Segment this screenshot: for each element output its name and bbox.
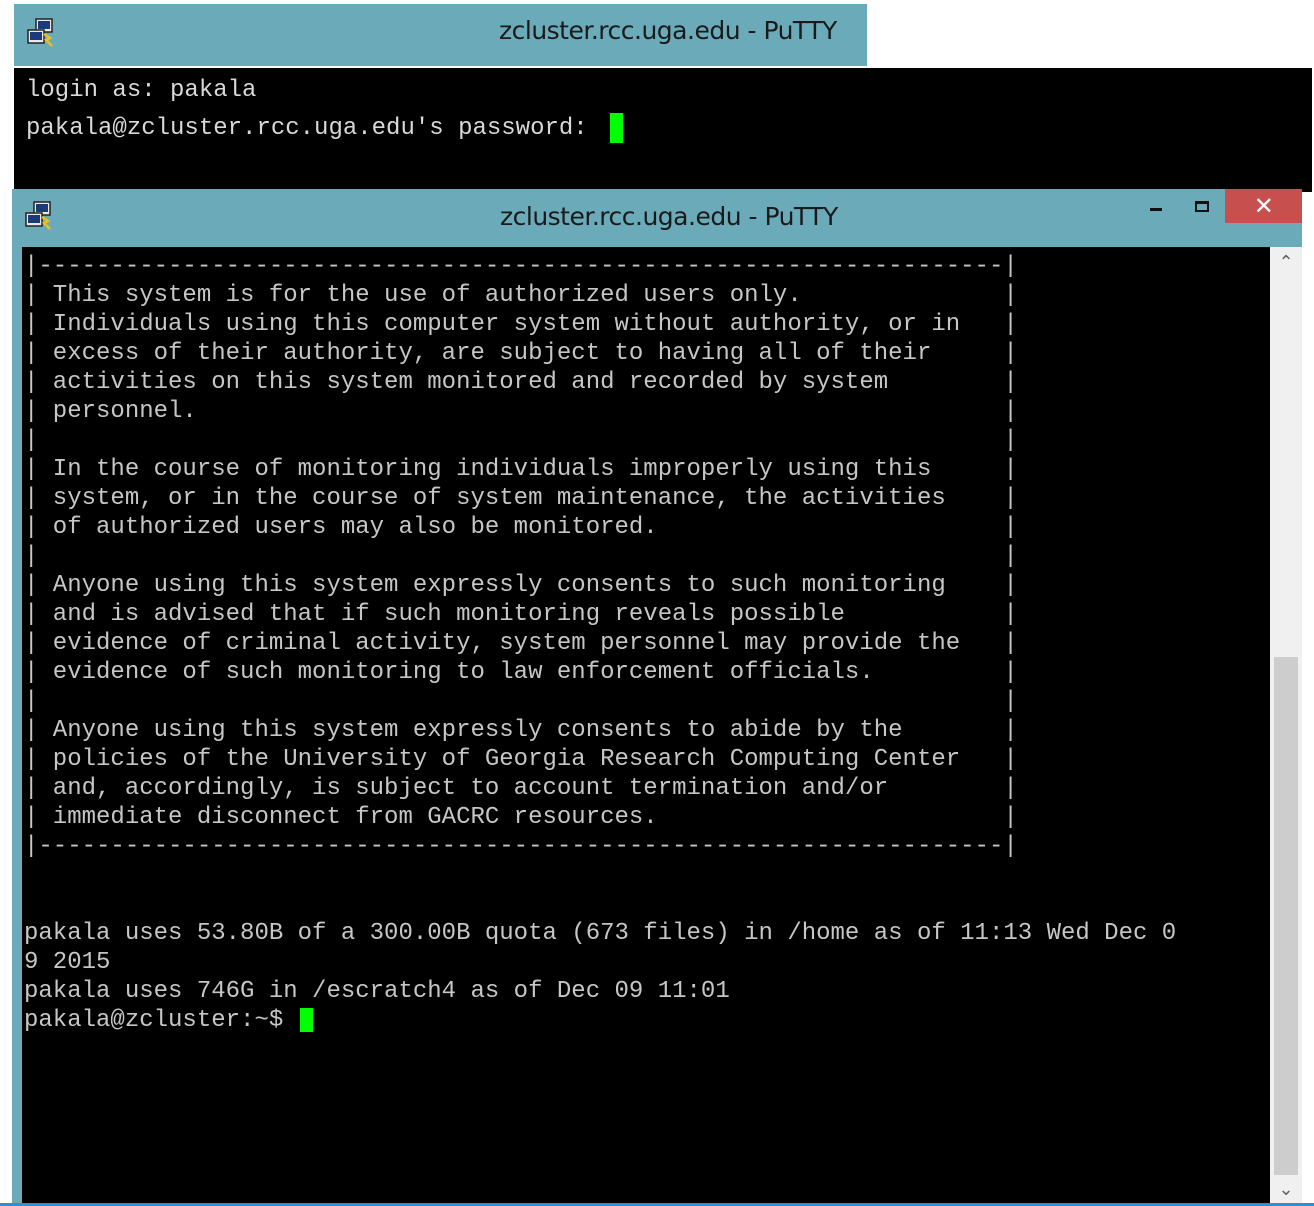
shell-prompt: pakala@zcluster:~$ (24, 1007, 298, 1034)
banner-line: | This system is for the use of authoriz… (24, 282, 1018, 309)
banner-line: | evidence of such monitoring to law enf… (24, 659, 1018, 686)
login-banner: |---------------------------------------… (24, 252, 1270, 861)
putty-window-front: zcluster.rcc.uga.edu - PuTTY ✕ |--------… (12, 189, 1302, 1206)
scratch-usage-line: pakala uses 746G in /escratch4 as of Dec… (24, 978, 730, 1005)
banner-line: | | (24, 427, 1018, 454)
banner-line: | | (24, 543, 1018, 570)
title-bar[interactable]: zcluster.rcc.uga.edu - PuTTY (14, 4, 867, 66)
minimize-button[interactable] (1133, 189, 1179, 223)
window-title: zcluster.rcc.uga.edu - PuTTY (500, 202, 838, 231)
shell-prompt-line: pakala@zcluster:~$ (24, 1006, 1270, 1035)
password-prompt: pakala@zcluster.rcc.uga.edu's password: (26, 115, 603, 142)
banner-line: | activities on this system monitored an… (24, 369, 1018, 396)
banner-line: | of authorized users may also be monito… (24, 514, 1018, 541)
scroll-up-icon[interactable]: ⌃ (1270, 247, 1302, 279)
banner-line: | In the course of monitoring individual… (24, 456, 1018, 483)
maximize-button[interactable] (1179, 189, 1225, 223)
banner-line: | | (24, 688, 1018, 715)
terminal-line: login as: pakala (26, 77, 257, 104)
scroll-down-icon[interactable]: ⌄ (1270, 1174, 1302, 1206)
banner-line: | Anyone using this system expressly con… (24, 717, 1018, 744)
banner-line: | immediate disconnect from GACRC resour… (24, 804, 1018, 831)
close-icon: ✕ (1253, 192, 1274, 220)
putty-app-icon[interactable] (22, 199, 56, 233)
putty-window-back: zcluster.rcc.uga.edu - PuTTY login as: p… (14, 4, 1314, 192)
banner-line: | Individuals using this computer system… (24, 311, 1018, 338)
quota-line-cont: 9 2015 (24, 949, 111, 976)
quota-line: pakala uses 53.80B of a 300.00B quota (6… (24, 920, 1177, 947)
banner-line: | policies of the University of Georgia … (24, 746, 1018, 773)
banner-line: | system, or in the course of system mai… (24, 485, 1018, 512)
banner-line: | excess of their authority, are subject… (24, 340, 1018, 367)
banner-line: | and is advised that if such monitoring… (24, 601, 1018, 628)
caption-buttons: ✕ (1133, 189, 1302, 223)
close-button[interactable]: ✕ (1225, 189, 1302, 223)
terminal-area[interactable]: login as: pakala pakala@zcluster.rcc.uga… (14, 68, 1312, 192)
putty-app-icon[interactable] (24, 16, 58, 50)
banner-line: | Anyone using this system expressly con… (24, 572, 1018, 599)
window-title: zcluster.rcc.uga.edu - PuTTY (499, 16, 837, 45)
terminal-area[interactable]: |---------------------------------------… (22, 247, 1270, 1206)
terminal-cursor (299, 1007, 313, 1032)
banner-line: | and, accordingly, is subject to accoun… (24, 775, 1018, 802)
banner-line: | personnel. | (24, 398, 1018, 425)
terminal-line: pakala@zcluster.rcc.uga.edu's password: (26, 110, 1312, 148)
banner-line: | evidence of criminal activity, system … (24, 630, 1018, 657)
vertical-scrollbar[interactable]: ⌃ ⌄ (1270, 247, 1302, 1206)
title-bar[interactable]: zcluster.rcc.uga.edu - PuTTY ✕ (12, 189, 1302, 247)
scroll-thumb[interactable] (1274, 657, 1298, 1175)
terminal-cursor (610, 112, 624, 143)
banner-line: |---------------------------------------… (24, 833, 1018, 860)
banner-line: |---------------------------------------… (24, 253, 1018, 280)
